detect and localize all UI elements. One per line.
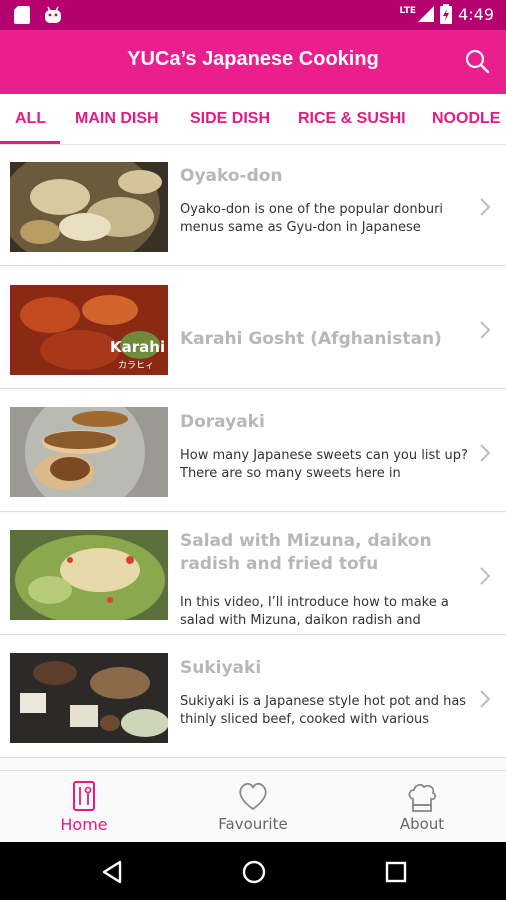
tab-side-dish[interactable]: SIDE DISH (190, 94, 270, 144)
search-icon[interactable] (464, 48, 490, 74)
back-icon[interactable] (98, 858, 126, 886)
sukiyaki-thumbnail (10, 653, 168, 743)
home-circle-icon[interactable] (240, 858, 268, 886)
mizuna-salad-thumbnail (10, 530, 168, 620)
chevron-right-icon (480, 444, 491, 462)
system-navigation-bar (0, 842, 506, 900)
nav-home[interactable]: Home (0, 771, 168, 843)
nav-favourite[interactable]: Favourite (169, 771, 337, 843)
recipe-item-karahi-gosht[interactable]: Karahi カラヒィ Karahi Gosht (Afghanistan) (0, 268, 506, 389)
app-title: YUCa’s Japanese Cooking (127, 48, 379, 70)
recipe-title: Karahi Gosht (Afghanistan) (180, 329, 442, 349)
category-tabs: ALL MAIN DISH SIDE DISH RICE & SUSHI NOO… (0, 94, 506, 145)
recipe-title: Dorayaki (180, 412, 265, 432)
chevron-right-icon (480, 321, 491, 339)
recipe-description: In this video, I’ll introduce how to mak… (180, 595, 449, 628)
recipe-item-sukiyaki[interactable]: Sukiyaki Sukiyaki is a Japanese style ho… (0, 637, 506, 758)
recipe-item-dorayaki[interactable]: Dorayaki How many Japanese sweets can yo… (0, 391, 506, 512)
chevron-right-icon (480, 690, 491, 708)
recipe-description: Sukiyaki is a Japanese style hot pot and… (180, 694, 467, 727)
signal-icon (418, 6, 435, 22)
recipe-title: Sukiyaki (180, 658, 262, 678)
heart-icon (239, 782, 267, 811)
battery-icon (440, 4, 453, 24)
thumb-caption: Karahi (110, 338, 166, 356)
app-bar: YUCa’s Japanese Cooking (0, 30, 506, 94)
status-bar: LTE 4:49 (0, 0, 506, 30)
chevron-right-icon (480, 567, 491, 585)
network-type: LTE (399, 6, 417, 16)
recipe-description: Oyako-don is one of the popular donburi … (180, 202, 444, 235)
bottom-navigation: Home Favourite About (0, 770, 506, 843)
sd-card-icon (14, 6, 30, 24)
nav-home-label: Home (60, 815, 108, 834)
nav-favourite-label: Favourite (218, 815, 288, 833)
tab-all[interactable]: ALL (15, 94, 46, 144)
tab-noodle[interactable]: NOODLE (432, 94, 500, 144)
thumb-subcaption: カラヒィ (118, 361, 155, 371)
recipe-item-mizuna-salad[interactable]: Salad with Mizuna, daikon radish and fri… (0, 514, 506, 635)
home-menu-icon (73, 781, 95, 811)
clock: 4:49 (458, 4, 494, 24)
recipe-title: Oyako-don (180, 166, 283, 186)
tab-rice-sushi[interactable]: RICE & SUSHI (298, 94, 406, 144)
tab-main-dish[interactable]: MAIN DISH (75, 94, 159, 144)
nav-about-label: About (399, 815, 445, 833)
oyako-don-thumbnail (10, 162, 168, 252)
recipe-description: How many Japanese sweets can you list up… (180, 448, 468, 481)
dorayaki-thumbnail (10, 407, 168, 497)
chef-hat-icon (408, 783, 437, 812)
recipe-list: Oyako-don Oyako-don is one of the popula… (0, 145, 506, 770)
recipe-item-oyako-don[interactable]: Oyako-don Oyako-don is one of the popula… (0, 145, 506, 266)
recents-icon[interactable] (382, 858, 410, 886)
recipe-title: Salad with Mizuna, daikon radish and fri… (180, 531, 432, 574)
tab-selected-indicator (0, 141, 60, 144)
nav-about[interactable]: About (338, 771, 506, 843)
chevron-right-icon (480, 198, 491, 216)
android-icon (45, 6, 61, 23)
